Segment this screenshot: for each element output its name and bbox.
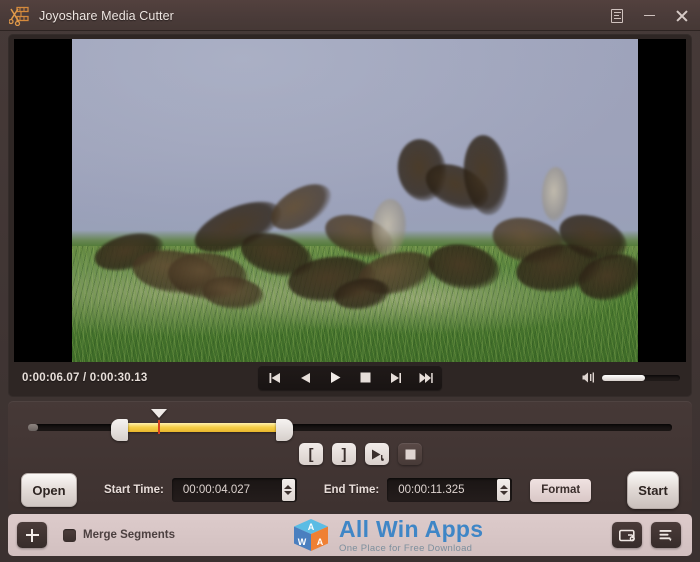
output-folder-button[interactable]	[612, 522, 642, 548]
add-segment-button[interactable]	[17, 522, 47, 548]
transport-controls	[258, 365, 442, 390]
title-bar: Joyoshare Media Cutter	[0, 0, 700, 31]
start-time-stepper[interactable]	[281, 479, 295, 501]
app-window: Joyoshare Media Cutter 0:00:06.07 / 0:00…	[0, 0, 700, 562]
end-time-label: End Time:	[323, 484, 380, 496]
minimize-button[interactable]	[634, 0, 664, 31]
skip-back-icon	[269, 372, 280, 383]
watermark-text: All Win Apps One Place for Free Download	[339, 518, 483, 554]
bottom-bar-actions	[612, 522, 681, 548]
close-icon	[675, 9, 688, 22]
watermark-tagline: One Place for Free Download	[339, 543, 473, 555]
volume-control[interactable]	[582, 371, 680, 385]
stop-square-icon	[405, 449, 415, 459]
edit-panel: [ ] Open Start Time: 00:00:04.027 End Ti…	[8, 401, 692, 511]
trim-form-row: Open Start Time: 00:00:04.027 End Time: …	[8, 469, 692, 511]
task-list-icon	[659, 529, 672, 541]
playhead-line	[158, 420, 160, 434]
volume-slider[interactable]	[602, 374, 680, 381]
watermark-title: All Win Apps	[339, 516, 484, 543]
start-time-label: Start Time:	[104, 484, 164, 496]
close-button[interactable]	[666, 0, 696, 31]
start-button[interactable]: Start	[627, 471, 679, 509]
svg-text:W: W	[298, 537, 307, 547]
all-win-apps-logo-icon: A W A	[290, 517, 332, 555]
stop-icon	[360, 372, 370, 383]
stop-preview-button[interactable]	[398, 443, 422, 465]
menu-button[interactable]	[602, 0, 632, 31]
player-controls-bar: 0:00:06.07 / 0:00:30.13	[14, 364, 686, 391]
play-button[interactable]	[321, 367, 349, 388]
stepper-up-icon[interactable]	[284, 485, 293, 489]
play-icon	[330, 372, 340, 383]
volume-fill	[602, 374, 645, 381]
svg-text:A: A	[308, 522, 315, 532]
trim-tools: [ ]	[299, 443, 422, 465]
video-stage[interactable]	[14, 39, 686, 362]
merge-segments-label: Merge Segments	[83, 529, 176, 541]
timeline-row	[8, 401, 692, 447]
fast-forward-icon	[390, 372, 401, 383]
open-button[interactable]: Open	[21, 473, 77, 507]
forward-button[interactable]	[381, 367, 409, 388]
playhead-marker[interactable]	[151, 409, 167, 418]
volume-icon[interactable]	[582, 371, 596, 385]
previous-frame-button[interactable]	[261, 367, 289, 388]
selection-start-handle[interactable]	[111, 419, 128, 441]
end-time-value[interactable]: 00:00:11.325	[387, 484, 497, 496]
window-title: Joyoshare Media Cutter	[39, 8, 174, 23]
output-folder-icon	[618, 529, 635, 541]
stop-button[interactable]	[351, 367, 379, 388]
svg-text:A: A	[317, 537, 324, 547]
preview-segment-button[interactable]	[365, 443, 389, 465]
rewind-button[interactable]	[291, 367, 319, 388]
start-time-field[interactable]: 00:00:04.027	[171, 478, 297, 502]
timeline-progress	[28, 424, 38, 431]
video-frame	[72, 39, 638, 362]
next-frame-button[interactable]	[411, 367, 439, 388]
selection-range-bar[interactable]	[120, 423, 284, 432]
menu-icon	[611, 8, 623, 23]
end-time-stepper[interactable]	[497, 479, 511, 501]
open-button-label: Open	[32, 482, 66, 498]
set-end-marker-label: ]	[341, 445, 347, 463]
bottom-bar: Merge Segments A W A All Win Apps One Pl…	[8, 514, 692, 556]
minimize-icon	[643, 15, 655, 16]
end-time-field[interactable]: 00:00:11.325	[387, 478, 513, 502]
time-display: 0:00:06.07 / 0:00:30.13	[22, 371, 148, 384]
task-list-button[interactable]	[651, 522, 681, 548]
scissors-film-icon	[8, 6, 31, 26]
play-preview-icon	[371, 449, 384, 461]
stepper-down-icon[interactable]	[284, 491, 293, 495]
watermark: A W A All Win Apps One Place for Free Do…	[290, 517, 483, 555]
set-end-marker-button[interactable]: ]	[332, 443, 356, 465]
checkbox-icon[interactable]	[63, 528, 76, 542]
skip-forward-icon	[419, 372, 433, 383]
format-button[interactable]: Format	[530, 478, 592, 502]
plus-icon	[25, 528, 39, 542]
format-button-label: Format	[541, 484, 581, 496]
stepper-up-icon[interactable]	[499, 485, 508, 489]
start-button-label: Start	[638, 482, 668, 498]
set-start-marker-button[interactable]: [	[299, 443, 323, 465]
window-controls	[602, 0, 696, 31]
set-start-marker-label: [	[308, 445, 314, 463]
rewind-icon	[300, 372, 310, 383]
stepper-down-icon[interactable]	[499, 491, 508, 495]
video-panel: 0:00:06.07 / 0:00:30.13	[8, 34, 692, 397]
selection-end-handle[interactable]	[276, 419, 293, 441]
start-time-value[interactable]: 00:00:04.027	[172, 484, 282, 496]
merge-segments-checkbox[interactable]: Merge Segments	[63, 528, 176, 542]
